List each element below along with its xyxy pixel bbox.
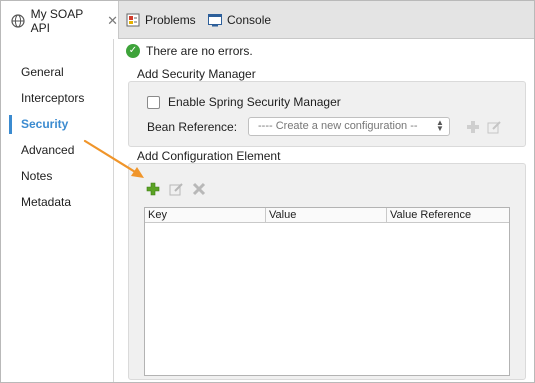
tab-console[interactable]: Console bbox=[207, 1, 271, 39]
chevron-updown-icon: ▲ ▼ bbox=[434, 119, 446, 133]
globe-icon bbox=[11, 13, 26, 28]
tab-label: My SOAP API bbox=[30, 6, 84, 35]
edit-bean-icon[interactable] bbox=[486, 119, 502, 135]
config-element-table[interactable]: Key Value Value Reference bbox=[144, 207, 510, 376]
tab-my-soap-api[interactable]: My SOAP API ✕ bbox=[1, 1, 119, 40]
column-header-value-reference[interactable]: Value Reference bbox=[386, 208, 509, 223]
tab-bar: My SOAP API ✕ Problems Console bbox=[1, 1, 534, 40]
security-panel: ✓ There are no errors. Add Security Mana… bbox=[114, 39, 534, 382]
edit-icon[interactable] bbox=[168, 181, 184, 197]
enable-spring-security-row[interactable]: Enable Spring Security Manager bbox=[147, 95, 341, 109]
enable-spring-security-checkbox[interactable] bbox=[147, 95, 160, 109]
sidebar-item-interceptors[interactable]: Interceptors bbox=[1, 86, 113, 110]
sidebar: General Interceptors Security Advanced N… bbox=[1, 39, 114, 382]
sidebar-item-general[interactable]: General bbox=[1, 60, 113, 84]
security-manager-group: Enable Spring Security Manager Bean Refe… bbox=[128, 81, 526, 147]
editor-window: My SOAP API ✕ Problems Console General I… bbox=[0, 0, 535, 383]
status-text: There are no errors. bbox=[146, 44, 253, 58]
check-circle-icon: ✓ bbox=[126, 44, 140, 58]
tab-problems[interactable]: Problems bbox=[125, 1, 196, 39]
add-bean-icon[interactable] bbox=[465, 119, 481, 135]
console-icon bbox=[207, 13, 222, 28]
status-message: ✓ There are no errors. bbox=[126, 43, 253, 59]
column-header-key[interactable]: Key bbox=[145, 208, 265, 223]
add-icon[interactable] bbox=[145, 181, 161, 197]
enable-spring-security-label: Enable Spring Security Manager bbox=[168, 95, 341, 109]
bean-reference-value: ---- Create a new configuration -- bbox=[258, 120, 418, 132]
sidebar-item-advanced[interactable]: Advanced bbox=[1, 138, 113, 162]
column-header-value[interactable]: Value bbox=[265, 208, 386, 223]
problems-icon bbox=[125, 13, 140, 28]
tab-label: Problems bbox=[145, 13, 196, 27]
bean-reference-select[interactable]: ---- Create a new configuration -- ▲ ▼ bbox=[248, 117, 450, 136]
bean-reference-label: Bean Reference: bbox=[147, 120, 238, 134]
sidebar-item-metadata[interactable]: Metadata bbox=[1, 190, 113, 214]
tab-label: Console bbox=[227, 13, 272, 27]
delete-icon[interactable] bbox=[191, 181, 207, 197]
security-manager-title: Add Security Manager bbox=[137, 67, 256, 81]
sidebar-item-security[interactable]: Security bbox=[1, 112, 113, 136]
close-icon[interactable]: ✕ bbox=[107, 13, 118, 29]
table-header: Key Value Value Reference bbox=[145, 208, 509, 223]
sidebar-item-notes[interactable]: Notes bbox=[1, 164, 113, 188]
config-element-title: Add Configuration Element bbox=[137, 149, 281, 163]
